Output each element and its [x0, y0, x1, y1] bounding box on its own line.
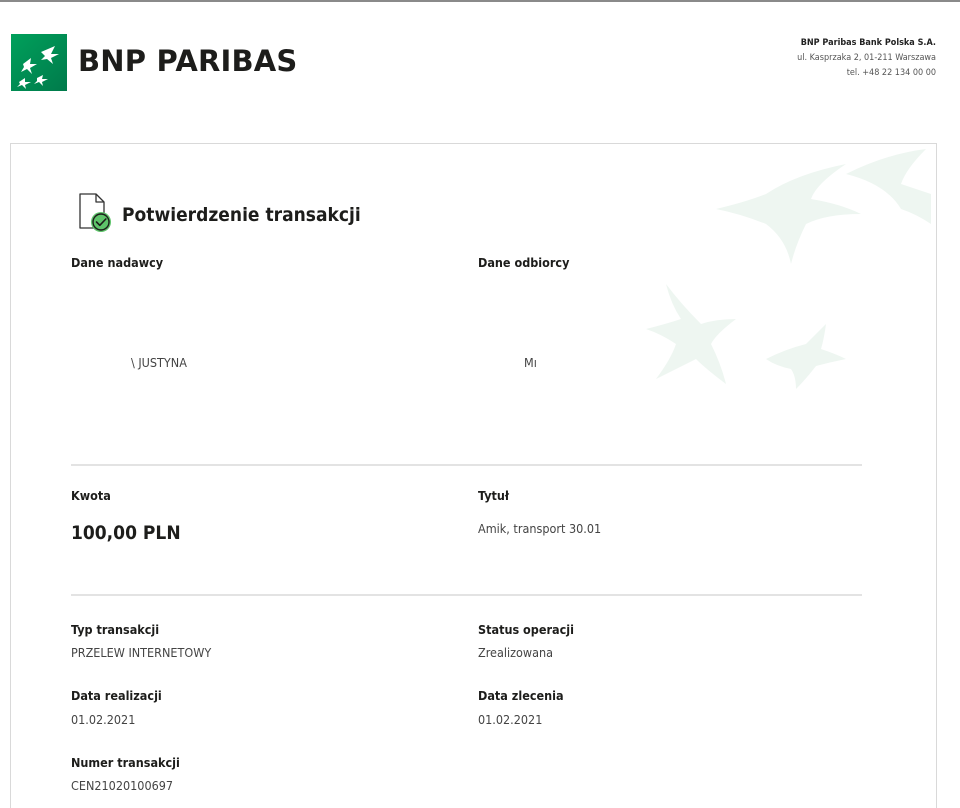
- bank-contact-info: BNP Paribas Bank Polska S.A. ul. Kasprza…: [797, 36, 936, 81]
- bnp-paribas-logo-icon: [11, 34, 67, 91]
- amount-label: Kwota: [71, 488, 111, 503]
- transaction-number-value: CEN21020100697: [71, 778, 174, 793]
- status-label: Status operacji: [478, 622, 574, 637]
- transaction-type-label: Typ transakcji: [71, 622, 160, 637]
- transfer-title-label: Tytuł: [478, 488, 510, 503]
- status-value: Zrealizowana: [478, 645, 553, 660]
- bank-phone: tel. +48 22 134 00 00: [846, 68, 936, 78]
- brand-name: BNP PARIBAS: [78, 44, 298, 78]
- recipient-name: Mı: [524, 355, 537, 370]
- execution-date-label: Data realizacji: [71, 688, 162, 703]
- document-header: BNP PARIBAS BNP Paribas Bank Polska S.A.…: [0, 0, 960, 130]
- order-date-value: 01.02.2021: [478, 712, 543, 727]
- execution-date-value: 01.02.2021: [71, 712, 136, 727]
- transaction-confirmation-card: Potwierdzenie transakcji Dane nadawcy Da…: [10, 143, 937, 808]
- transaction-number-label: Numer transakcji: [71, 755, 180, 770]
- transfer-title-value: Amik, transport 30.01: [478, 521, 602, 536]
- transaction-type-value: PRZELEW INTERNETOWY: [71, 645, 212, 660]
- amount-value: 100,00 PLN: [71, 522, 181, 544]
- sender-name: \ JUSTYNA: [131, 355, 187, 370]
- recipient-label: Dane odbiorcy: [478, 255, 570, 270]
- page-title: Potwierdzenie transakcji: [122, 204, 361, 226]
- bank-address: ul. Kasprzaka 2, 01-211 Warszawa: [797, 53, 936, 63]
- bank-name: BNP Paribas Bank Polska S.A.: [800, 38, 936, 48]
- sender-label: Dane nadawcy: [71, 255, 164, 270]
- order-date-label: Data zlecenia: [478, 688, 564, 703]
- document-check-icon: [79, 193, 111, 232]
- divider: [71, 594, 862, 596]
- stars-watermark-icon: [646, 149, 931, 389]
- divider: [71, 464, 862, 466]
